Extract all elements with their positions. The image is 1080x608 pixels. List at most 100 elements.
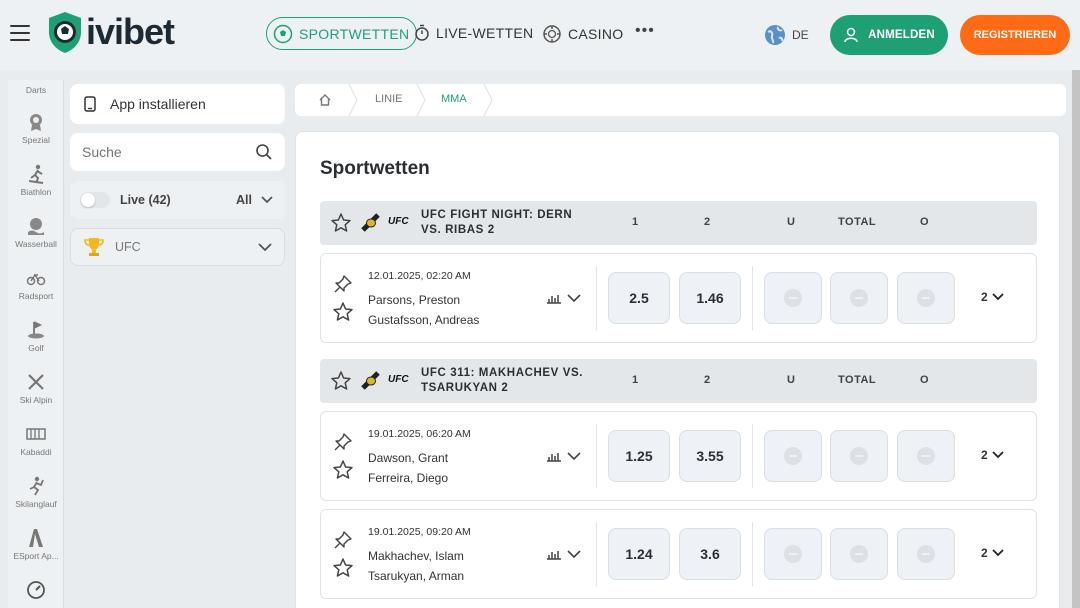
event-name[interactable]: UFC FIGHT NIGHT: DERN VS. RIBAS 2 xyxy=(421,208,596,238)
star-icon[interactable] xyxy=(330,212,352,234)
team-home[interactable]: Dawson, Grant xyxy=(368,451,448,465)
odd-button-1[interactable]: 1.25 xyxy=(608,430,670,482)
star-icon[interactable] xyxy=(332,301,354,323)
star-icon[interactable] xyxy=(332,459,354,481)
search-input[interactable] xyxy=(82,144,242,160)
nav-casino[interactable]: CASINO xyxy=(542,24,623,44)
column-header-1: 1 xyxy=(632,216,639,228)
rail-item-more[interactable] xyxy=(8,580,64,603)
team-home[interactable]: Parsons, Preston xyxy=(368,293,460,307)
rail-item-ski-alpin[interactable]: Ski Alpin xyxy=(8,372,64,405)
breadcrumb-item-linie[interactable]: LINIE xyxy=(375,93,403,105)
odd-button-1[interactable]: 1.24 xyxy=(608,528,670,580)
ufc-logo-icon: UFC xyxy=(388,374,409,385)
rail-item-label: Golf xyxy=(28,343,44,353)
divider xyxy=(596,522,597,586)
more-menu-button[interactable]: ••• xyxy=(635,22,655,40)
app-install-label: App installieren xyxy=(110,96,206,112)
match-date: 12.01.2025, 02:20 AM xyxy=(368,270,471,282)
speedometer-icon xyxy=(27,581,45,599)
locked-icon xyxy=(784,447,802,465)
nav-sportwetten[interactable]: SPORTWETTEN xyxy=(266,17,418,50)
odd-button-2[interactable]: 1.46 xyxy=(679,272,741,324)
match-row: 12.01.2025, 02:20 AM Parsons, Preston Gu… xyxy=(320,253,1037,343)
stats-icon[interactable] xyxy=(546,548,562,560)
team-away[interactable]: Gustafsson, Andreas xyxy=(368,313,479,327)
nav-live-wetten[interactable]: LIVE-WETTEN xyxy=(414,24,533,42)
locked-icon xyxy=(784,545,802,563)
rail-item-esport[interactable]: ESport Ap... xyxy=(8,528,64,561)
star-icon[interactable] xyxy=(330,370,352,392)
pin-icon[interactable] xyxy=(333,274,353,294)
locked-icon xyxy=(917,447,935,465)
event-header: UFC UFC 311: MAKHACHEV VS. TSARUKYAN 2 1… xyxy=(320,359,1037,403)
odd-total-disabled xyxy=(830,272,888,324)
divider xyxy=(596,266,597,330)
rail-item-skilanglauf[interactable]: Skilanglauf xyxy=(8,476,64,509)
rail-item-golf[interactable]: Golf xyxy=(8,320,64,353)
team-away[interactable]: Ferreira, Diego xyxy=(368,471,448,485)
all-dropdown[interactable]: All xyxy=(236,193,273,207)
odd-button-2[interactable]: 3.6 xyxy=(679,528,741,580)
logo[interactable]: ivibet xyxy=(46,10,175,54)
chevron-down-icon[interactable] xyxy=(567,452,581,461)
rail-item-darts[interactable]: Darts xyxy=(8,85,64,95)
language-selector[interactable]: DE xyxy=(764,24,809,46)
pin-icon[interactable] xyxy=(333,530,353,550)
nav-label: SPORTWETTEN xyxy=(299,25,410,42)
rail-item-spezial[interactable]: Spezial xyxy=(8,112,64,145)
chevron-down-icon[interactable] xyxy=(567,294,581,303)
column-header-2: 2 xyxy=(704,374,711,386)
register-button[interactable]: REGISTRIEREN xyxy=(960,15,1070,55)
pin-icon[interactable] xyxy=(333,432,353,452)
nav-label: LIVE-WETTEN xyxy=(436,25,534,41)
event-name[interactable]: UFC 311: MAKHACHEV VS. TSARUKYAN 2 xyxy=(421,366,596,396)
more-markets-button[interactable]: 2 xyxy=(981,448,1004,462)
golf-icon xyxy=(28,321,44,339)
scrollbar-thumb[interactable] xyxy=(1072,70,1080,608)
menu-icon[interactable] xyxy=(10,25,30,43)
cross-country-ski-icon xyxy=(29,476,44,496)
odd-button-1[interactable]: 2.5 xyxy=(608,272,670,324)
top-header: ivibet SPORTWETTEN LIVE-WETTEN CASINO ••… xyxy=(0,0,1080,70)
soccer-ball-icon xyxy=(273,24,293,43)
login-button[interactable]: ANMELDEN xyxy=(830,15,948,55)
ufc-logo-icon: UFC xyxy=(388,216,409,227)
page-title: Sportwetten xyxy=(320,158,430,179)
locked-icon xyxy=(784,289,802,307)
odd-under-disabled xyxy=(764,528,822,580)
chevron-right-icon xyxy=(348,84,358,116)
rail-item-label: Spezial xyxy=(22,135,50,145)
star-icon[interactable] xyxy=(332,557,354,579)
home-icon[interactable] xyxy=(318,93,332,107)
locked-icon xyxy=(850,447,868,465)
breadcrumb-item-mma[interactable]: MMA xyxy=(441,93,467,105)
search-box[interactable] xyxy=(70,133,285,171)
stats-icon[interactable] xyxy=(546,292,562,304)
casino-chip-icon xyxy=(543,25,561,43)
rail-item-radsport[interactable]: Radsport xyxy=(8,268,64,301)
live-toggle[interactable] xyxy=(80,192,110,208)
team-home[interactable]: Makhachev, Islam xyxy=(368,549,464,563)
rail-item-biathlon[interactable]: Biathlon xyxy=(8,164,64,197)
search-icon[interactable] xyxy=(255,143,273,161)
chevron-down-icon xyxy=(258,243,272,252)
more-markets-button[interactable]: 2 xyxy=(981,546,1004,560)
app-install-button[interactable]: App installieren xyxy=(70,84,285,124)
login-label: ANMELDEN xyxy=(868,29,935,41)
scrollbar[interactable] xyxy=(1072,70,1080,608)
odd-button-2[interactable]: 3.55 xyxy=(679,430,741,482)
locked-icon xyxy=(917,289,935,307)
team-away[interactable]: Tsarukyan, Arman xyxy=(368,569,464,583)
match-date: 19.01.2025, 09:20 AM xyxy=(368,526,471,538)
chevron-down-icon[interactable] xyxy=(567,550,581,559)
kabaddi-icon xyxy=(26,428,46,440)
rail-item-kabaddi[interactable]: Kabaddi xyxy=(8,424,64,457)
chevron-down-icon xyxy=(261,196,273,204)
more-markets-button[interactable]: 2 xyxy=(981,290,1004,304)
odd-over-disabled xyxy=(897,430,955,482)
rail-item-wasserball[interactable]: Wasserball xyxy=(8,216,64,249)
stats-icon[interactable] xyxy=(546,450,562,462)
more-markets-count: 2 xyxy=(981,448,988,462)
league-ufc[interactable]: UFC xyxy=(70,228,285,266)
